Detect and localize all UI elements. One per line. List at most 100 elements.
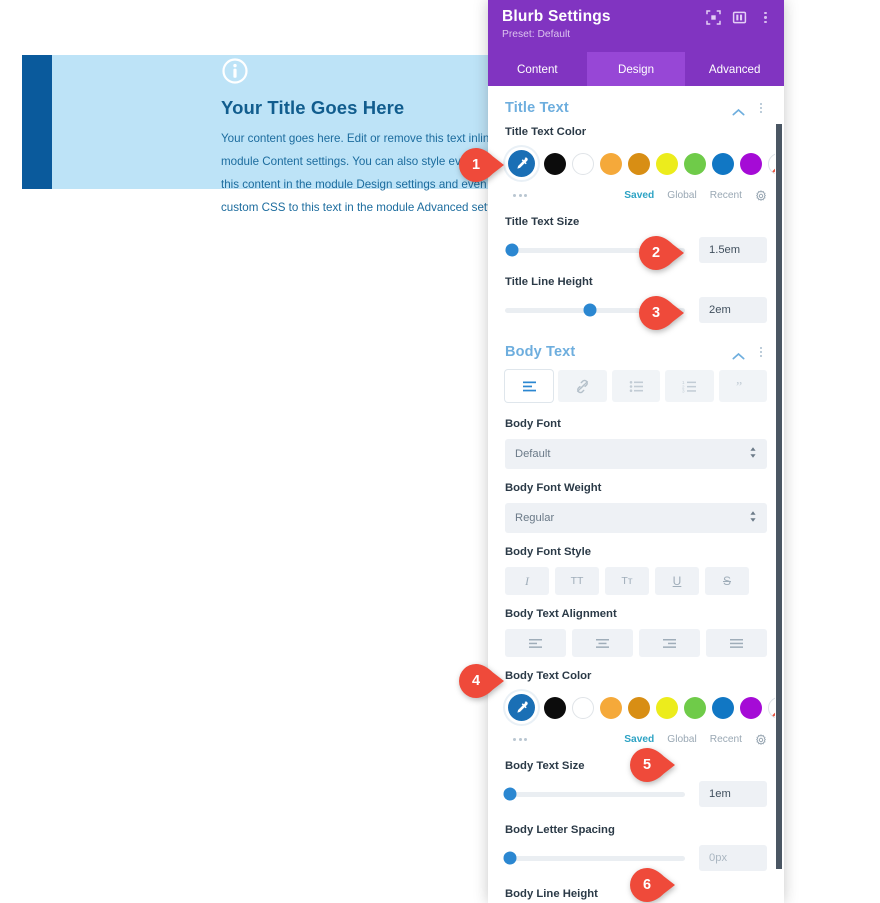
more-dots-icon[interactable] bbox=[513, 193, 527, 197]
section-header-title-text[interactable]: Title Text bbox=[488, 86, 784, 126]
slider-knob[interactable] bbox=[505, 243, 519, 257]
link-recent[interactable]: Recent bbox=[710, 190, 742, 201]
field-body-font-weight: Body Font Weight Regular bbox=[488, 482, 784, 533]
swatch-green[interactable] bbox=[684, 152, 706, 175]
more-dots-icon[interactable] bbox=[513, 737, 527, 741]
swatch-green[interactable] bbox=[684, 696, 706, 719]
swatch-amber[interactable] bbox=[600, 152, 622, 175]
title-color-picker-button[interactable] bbox=[505, 147, 538, 180]
eyedropper-icon bbox=[508, 150, 535, 177]
body-text-size-slider[interactable] bbox=[503, 787, 685, 801]
swatch-blue[interactable] bbox=[712, 152, 734, 175]
blurb-accent-bar bbox=[22, 55, 52, 189]
swatch-white[interactable] bbox=[572, 152, 594, 175]
swatch-black[interactable] bbox=[544, 696, 566, 719]
link-saved[interactable]: Saved bbox=[624, 190, 654, 201]
title-line-height-value[interactable]: 2em bbox=[699, 297, 767, 323]
strikethrough-icon[interactable]: S bbox=[705, 567, 749, 595]
field-title-text-size: Title Text Size 1.5em bbox=[488, 216, 784, 263]
body-font-select[interactable]: Default bbox=[505, 439, 767, 469]
slider-knob[interactable] bbox=[583, 303, 597, 317]
unordered-list-icon[interactable] bbox=[611, 370, 661, 402]
body-font-weight-select[interactable]: Regular bbox=[505, 503, 767, 533]
chevron-up-icon[interactable] bbox=[732, 104, 745, 115]
title-text-size-value[interactable]: 1.5em bbox=[699, 237, 767, 263]
marker-number: 1 bbox=[471, 157, 481, 173]
field-label: Body Font Weight bbox=[505, 482, 602, 494]
swatch-purple[interactable] bbox=[740, 152, 762, 175]
panel-scrollbar[interactable] bbox=[775, 86, 784, 903]
field-label: Title Text Size bbox=[505, 216, 580, 228]
panel-preset[interactable]: Preset: Default bbox=[502, 29, 770, 40]
swatch-dark-orange[interactable] bbox=[628, 696, 650, 719]
field-title-text-color: Title Text Color Saved Global Recent bbox=[488, 126, 784, 203]
scrollbar-thumb[interactable] bbox=[776, 124, 782, 869]
align-right-icon[interactable] bbox=[639, 629, 700, 657]
tab-design[interactable]: Design bbox=[586, 52, 686, 86]
blurb-module[interactable]: Your Title Goes Here Your content goes h… bbox=[22, 55, 541, 214]
field-label: Title Line Height bbox=[505, 276, 593, 288]
body-color-picker-button[interactable] bbox=[505, 691, 538, 724]
field-body-font-style: Body Font Style I TT Tᴛ U S bbox=[488, 546, 784, 595]
swatch-purple[interactable] bbox=[740, 696, 762, 719]
ordered-list-icon[interactable]: 1 2 3 bbox=[665, 370, 714, 402]
paragraph-icon[interactable] bbox=[505, 370, 554, 402]
body-letter-spacing-value[interactable]: 0px bbox=[699, 845, 767, 871]
slider-knob[interactable] bbox=[503, 787, 517, 801]
quote-icon[interactable]: ” bbox=[718, 370, 768, 402]
swatch-blue[interactable] bbox=[712, 696, 734, 719]
layout-icon[interactable] bbox=[731, 9, 748, 26]
more-options-icon[interactable] bbox=[757, 9, 774, 26]
color-swatch-row bbox=[505, 147, 784, 180]
swatch-white[interactable] bbox=[572, 696, 594, 719]
color-source-links: Saved Global Recent bbox=[624, 189, 767, 202]
section-header-body-text[interactable]: Body Text bbox=[488, 336, 784, 370]
marker-4: 4 bbox=[459, 664, 505, 698]
marker-2: 2 bbox=[639, 236, 685, 270]
uppercase-icon[interactable]: TT bbox=[555, 567, 599, 595]
swatch-black[interactable] bbox=[544, 152, 566, 175]
swatch-dark-orange[interactable] bbox=[628, 152, 650, 175]
fullscreen-icon[interactable] bbox=[705, 9, 722, 26]
align-justify-icon[interactable] bbox=[706, 629, 767, 657]
link-global[interactable]: Global bbox=[667, 734, 696, 745]
align-left-icon[interactable] bbox=[505, 629, 566, 657]
slider-row: 2em bbox=[505, 297, 767, 323]
field-label: Body Text Alignment bbox=[505, 608, 617, 620]
gear-icon[interactable] bbox=[755, 189, 767, 202]
body-letter-spacing-slider[interactable] bbox=[503, 851, 685, 865]
swatch-amber[interactable] bbox=[600, 696, 622, 719]
body-text-size-value[interactable]: 1em bbox=[699, 781, 767, 807]
color-source-links: Saved Global Recent bbox=[624, 733, 767, 746]
svg-text:3: 3 bbox=[682, 388, 685, 392]
info-icon bbox=[222, 58, 248, 84]
chevron-up-icon[interactable] bbox=[732, 348, 745, 359]
link-recent[interactable]: Recent bbox=[710, 734, 742, 745]
align-center-icon[interactable] bbox=[572, 629, 633, 657]
marker-1: 1 bbox=[459, 148, 505, 182]
link-global[interactable]: Global bbox=[667, 190, 696, 201]
italic-icon[interactable]: I bbox=[505, 567, 549, 595]
panel-header: Blurb Settings Preset: Default bbox=[488, 0, 784, 52]
section-more-options-icon[interactable] bbox=[755, 346, 767, 358]
section-title: Title Text bbox=[505, 100, 569, 116]
field-label: Body Text Color bbox=[505, 670, 592, 682]
tab-content[interactable]: Content bbox=[488, 52, 587, 86]
font-style-buttons: I TT Tᴛ U S bbox=[505, 567, 767, 595]
slider-row: 1em bbox=[503, 781, 767, 807]
swatch-yellow[interactable] bbox=[656, 696, 678, 719]
section-actions bbox=[732, 102, 767, 115]
capitalize-icon[interactable]: Tᴛ bbox=[605, 567, 649, 595]
section-more-options-icon[interactable] bbox=[755, 102, 767, 114]
select-value: Regular bbox=[515, 512, 555, 524]
link-icon[interactable] bbox=[558, 370, 607, 402]
field-label: Body Font bbox=[505, 418, 561, 430]
marker-number: 5 bbox=[642, 757, 652, 773]
tab-advanced[interactable]: Advanced bbox=[685, 52, 784, 86]
slider-knob[interactable] bbox=[503, 851, 517, 865]
underline-icon[interactable]: U bbox=[655, 567, 699, 595]
swatch-yellow[interactable] bbox=[656, 152, 678, 175]
gear-icon[interactable] bbox=[755, 733, 767, 746]
marker-number: 2 bbox=[651, 245, 661, 261]
link-saved[interactable]: Saved bbox=[624, 734, 654, 745]
